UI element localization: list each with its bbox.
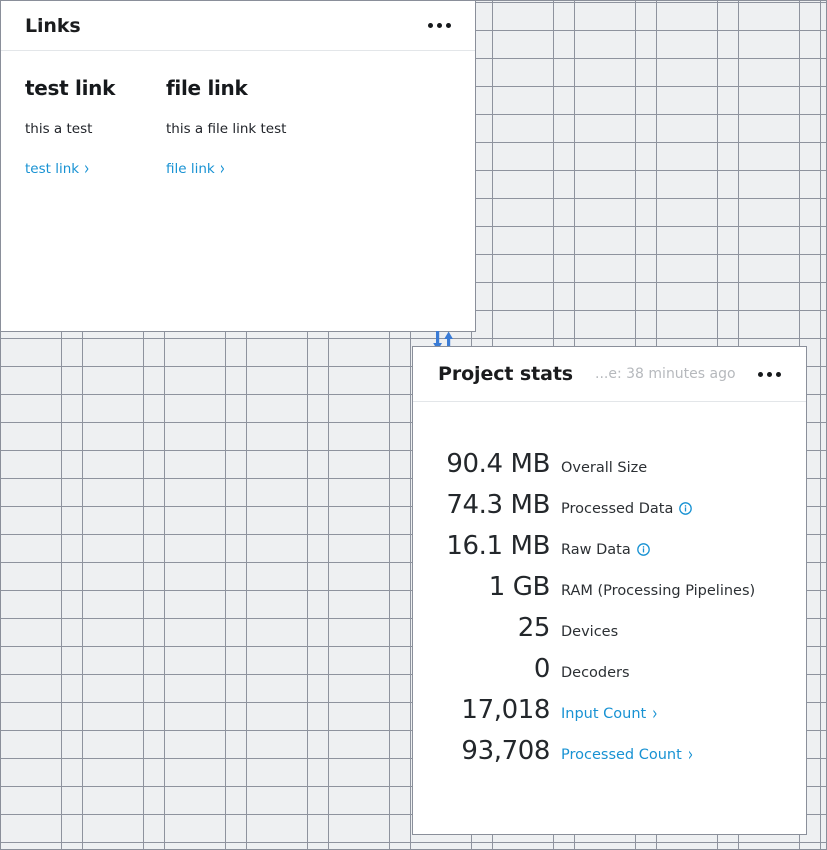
stat-label-text: Processed Count — [561, 747, 682, 763]
link-item-test-link: test link this a test test link › — [25, 76, 166, 181]
stat-value: 1 GB — [488, 572, 551, 602]
stat-value: 17,018 — [461, 695, 550, 725]
project-stats-title: Project stats — [438, 363, 574, 385]
link-item-action-file-link[interactable]: file link › — [166, 158, 225, 180]
stat-value: 0 — [533, 654, 551, 684]
project-stats-kebab-menu-icon[interactable] — [756, 368, 783, 381]
link-action-label: file link — [166, 160, 215, 177]
stat-row-input-count: 17,018 Input Count › — [413, 695, 806, 736]
stat-label-text: Processed Data — [561, 501, 674, 517]
link-item-description: this a test — [25, 121, 93, 137]
project-stats-list: 90.4 MB Overall Size 74.3 MB Processed D… — [413, 402, 806, 777]
stat-row-devices: 25 Devices — [413, 613, 806, 654]
link-item-description: this a file link test — [166, 121, 287, 137]
stat-value: 25 — [517, 613, 551, 643]
stat-value: 16.1 MB — [446, 531, 550, 561]
project-stats-panel: Project stats ...e: 38 minutes ago 90.4 … — [412, 346, 807, 835]
stat-label: Raw Data — [561, 542, 650, 559]
info-icon[interactable] — [636, 542, 650, 560]
stat-label-text: Raw Data — [561, 542, 631, 558]
stat-label-text: Overall Size — [561, 460, 648, 476]
link-item-title: test link — [25, 76, 116, 100]
stat-row-raw-data: 16.1 MB Raw Data — [413, 531, 806, 572]
stat-label-text: RAM (Processing Pipelines) — [561, 583, 756, 599]
links-panel-kebab-menu-icon[interactable] — [426, 19, 453, 32]
link-item-title: file link — [166, 76, 248, 100]
stat-label-link-input-count[interactable]: Input Count › — [561, 703, 658, 725]
link-item-action-test-link[interactable]: test link › — [25, 158, 90, 180]
links-panel-title: Links — [25, 14, 81, 37]
stat-label: Overall Size — [561, 460, 647, 476]
stat-label: Processed Data — [561, 501, 693, 519]
stat-row-processed-data: 74.3 MB Processed Data — [413, 490, 806, 531]
links-panel-body: test link this a test test link › file li… — [1, 51, 475, 181]
stat-row-processed-count: 93,708 Processed Count › — [413, 736, 806, 777]
project-stats-header: Project stats ...e: 38 minutes ago — [413, 347, 806, 402]
stat-label: RAM (Processing Pipelines) — [561, 583, 755, 599]
chevron-right-icon: › — [652, 703, 658, 725]
info-icon[interactable] — [679, 501, 693, 519]
link-action-label: test link — [25, 160, 80, 177]
stat-value: 74.3 MB — [446, 490, 550, 520]
links-panel-header: Links — [1, 1, 475, 51]
stat-label: Decoders — [561, 665, 630, 681]
stat-label: Devices — [561, 624, 618, 640]
stat-value: 90.4 MB — [446, 449, 550, 479]
stat-label-text: Input Count — [561, 706, 647, 722]
stat-label-link-processed-count[interactable]: Processed Count › — [561, 744, 694, 766]
chevron-right-icon: › — [219, 158, 225, 180]
chevron-right-icon: › — [687, 744, 694, 766]
stat-value: 93,708 — [461, 736, 550, 766]
links-panel: Links test link this a test test link › f… — [1, 1, 476, 332]
dashboard-canvas: Links test link this a test test link › f… — [0, 0, 827, 850]
link-item-file-link: file link this a file link test file lin… — [166, 76, 307, 181]
chevron-right-icon: › — [84, 158, 90, 180]
stat-label-text: Decoders — [561, 665, 630, 681]
stat-row-decoders: 0 Decoders — [413, 654, 806, 695]
project-stats-updated-text: ...e: 38 minutes ago — [595, 366, 736, 382]
stat-row-overall-size: 90.4 MB Overall Size — [413, 449, 806, 490]
stat-row-ram: 1 GB RAM (Processing Pipelines) — [413, 572, 806, 613]
stat-label-text: Devices — [561, 624, 619, 640]
